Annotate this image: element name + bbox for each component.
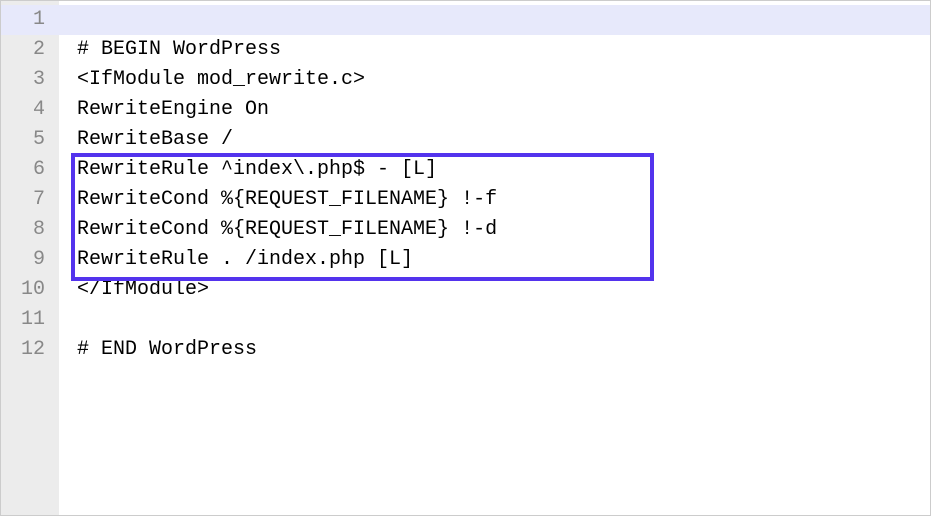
code-line[interactable]: RewriteRule ^index\.php$ - [L] (77, 155, 930, 185)
line-number: 12 (1, 335, 59, 365)
line-number: 6 (1, 155, 59, 185)
line-number: 8 (1, 215, 59, 245)
line-number: 7 (1, 185, 59, 215)
code-line[interactable]: RewriteCond %{REQUEST_FILENAME} !-d (77, 215, 930, 245)
line-number-gutter: 1 2 3 4 5 6 7 8 9 10 11 12 (1, 1, 59, 515)
code-line[interactable]: </IfModule> (77, 275, 930, 305)
line-number: 11 (1, 305, 59, 335)
code-line[interactable]: RewriteEngine On (77, 95, 930, 125)
code-line[interactable]: RewriteRule . /index.php [L] (77, 245, 930, 275)
code-line[interactable]: RewriteBase / (77, 125, 930, 155)
code-line[interactable] (77, 305, 930, 335)
line-number: 3 (1, 65, 59, 95)
line-number: 10 (1, 275, 59, 305)
line-number: 2 (1, 35, 59, 65)
code-line[interactable]: RewriteCond %{REQUEST_FILENAME} !-f (77, 185, 930, 215)
code-line[interactable] (77, 5, 930, 35)
line-number: 1 (1, 5, 59, 35)
code-area[interactable]: # BEGIN WordPress <IfModule mod_rewrite.… (59, 1, 930, 515)
code-line[interactable]: # BEGIN WordPress (77, 35, 930, 65)
code-editor: 1 2 3 4 5 6 7 8 9 10 11 12 # BEGIN WordP… (1, 1, 930, 515)
code-line[interactable]: # END WordPress (77, 335, 930, 365)
code-line[interactable]: <IfModule mod_rewrite.c> (77, 65, 930, 95)
line-number: 4 (1, 95, 59, 125)
line-number: 5 (1, 125, 59, 155)
line-number: 9 (1, 245, 59, 275)
